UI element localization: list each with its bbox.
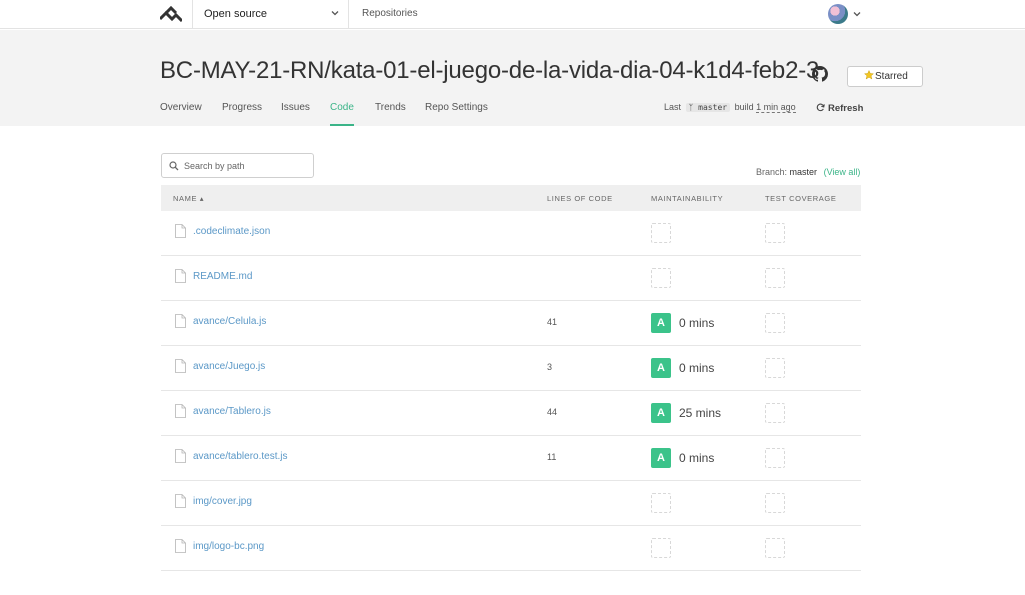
view-all-branches-link[interactable]: (View all) (824, 167, 861, 177)
avatar (828, 4, 848, 24)
org-select-label: Open source (204, 8, 267, 20)
file-link[interactable]: avance/tablero.test.js (193, 451, 288, 462)
coverage-empty (765, 313, 785, 333)
file-link[interactable]: avance/Tablero.js (193, 406, 271, 417)
repo-header: BC-MAY-21-RN/kata-01-el-juego-de-la-vida… (0, 30, 1025, 126)
file-icon (175, 314, 186, 328)
maintainability-empty (651, 493, 671, 513)
table-row: .codeclimate.json (161, 211, 861, 256)
file-icon (175, 449, 186, 463)
org-select[interactable]: Open source (192, 0, 349, 29)
build-label: build (734, 102, 754, 112)
coverage-empty (765, 223, 785, 243)
maintainability-grade-badge[interactable]: A (651, 448, 671, 468)
name-column-header[interactable]: NAME ▴ (173, 194, 204, 203)
branch-icon: ᛉ (688, 103, 694, 112)
page-title: BC-MAY-21-RN/kata-01-el-juego-de-la-vida… (160, 57, 820, 84)
tab-overview[interactable]: Overview (160, 102, 202, 126)
lines-of-code: 44 (547, 407, 558, 417)
table-row: README.md (161, 256, 861, 301)
branch-pill: ᛉ master (685, 103, 731, 112)
search-input[interactable] (184, 158, 309, 174)
file-icon (175, 404, 186, 418)
coverage-empty (765, 493, 785, 513)
coverage-empty (765, 403, 785, 423)
file-icon (175, 494, 186, 508)
file-link[interactable]: img/cover.jpg (193, 496, 252, 507)
file-icon (175, 359, 186, 373)
tab-repo-settings[interactable]: Repo Settings (425, 102, 488, 126)
maintainability-grade-badge[interactable]: A (651, 313, 671, 333)
build-time-link[interactable]: 1 min ago (756, 102, 796, 113)
tab-progress[interactable]: Progress (222, 102, 262, 126)
table-row: avance/Celula.js 41 A 0 mins (161, 301, 861, 346)
coverage-empty (765, 268, 785, 288)
file-icon (175, 224, 186, 238)
lines-of-code: 11 (547, 452, 557, 462)
file-icon (175, 539, 186, 553)
remediation-time: 25 mins (679, 406, 722, 420)
github-icon[interactable] (812, 66, 828, 82)
tab-trends[interactable]: Trends (375, 102, 406, 126)
chevron-down-icon (331, 11, 339, 16)
file-icon (175, 269, 186, 283)
refresh-icon (816, 103, 825, 112)
starred-label: Starred (875, 71, 908, 82)
branch-name: master (698, 103, 728, 112)
coverage-empty (765, 538, 785, 558)
file-link[interactable]: README.md (193, 271, 252, 282)
remediation-time: 0 mins (679, 361, 715, 375)
table-row: avance/Tablero.js 44 A 25 mins (161, 391, 861, 436)
lines-of-code: 41 (547, 317, 558, 327)
file-link[interactable]: img/logo-bc.png (193, 541, 264, 552)
loc-column-header[interactable]: LINES OF CODE (547, 194, 613, 203)
remediation-time: 0 mins (679, 451, 715, 465)
codeclimate-logo-icon[interactable] (160, 6, 182, 22)
maintainability-column-header[interactable]: MAINTAINABILITY (651, 194, 723, 203)
tab-code[interactable]: Code (330, 102, 354, 126)
coverage-empty (765, 358, 785, 378)
branch-label: Branch: (756, 167, 788, 177)
file-link[interactable]: .codeclimate.json (193, 226, 270, 237)
starred-button[interactable]: Starred (847, 66, 923, 87)
tab-issues[interactable]: Issues (281, 102, 310, 126)
name-header-label: NAME (173, 194, 198, 203)
files-table-header: NAME ▴ LINES OF CODE MAINTAINABILITY TES… (161, 185, 861, 211)
lines-of-code: 3 (547, 362, 553, 372)
remediation-time: 0 mins (679, 316, 715, 330)
file-link[interactable]: avance/Celula.js (193, 316, 266, 327)
table-row: img/cover.jpg (161, 481, 861, 526)
coverage-column-header[interactable]: TEST COVERAGE (765, 194, 836, 203)
last-build-info: Last ᛉ master build 1 min ago (664, 102, 796, 113)
search-field (161, 153, 314, 178)
file-link[interactable]: avance/Juego.js (193, 361, 265, 372)
refresh-label: Refresh (828, 103, 864, 114)
last-label: Last (664, 102, 682, 112)
maintainability-grade-badge[interactable]: A (651, 403, 671, 423)
top-navbar: Open source Repositories (0, 0, 1025, 29)
user-menu[interactable] (828, 4, 864, 24)
sort-asc-icon: ▴ (199, 194, 205, 203)
table-row: avance/Juego.js 3 A 0 mins (161, 346, 861, 391)
table-row: avance/tablero.test.js 11 A 0 mins (161, 436, 861, 481)
chevron-down-icon (853, 12, 861, 17)
maintainability-empty (651, 268, 671, 288)
branch-selector: Branch: master (View all) (756, 167, 860, 177)
refresh-button[interactable]: Refresh (816, 102, 863, 114)
maintainability-empty (651, 538, 671, 558)
search-icon (169, 161, 179, 171)
nav-repositories-link[interactable]: Repositories (362, 8, 418, 19)
table-row: img/logo-bc.png (161, 526, 861, 571)
coverage-empty (765, 448, 785, 468)
branch-name: master (789, 167, 818, 177)
maintainability-empty (651, 223, 671, 243)
star-icon (864, 70, 874, 80)
maintainability-grade-badge[interactable]: A (651, 358, 671, 378)
